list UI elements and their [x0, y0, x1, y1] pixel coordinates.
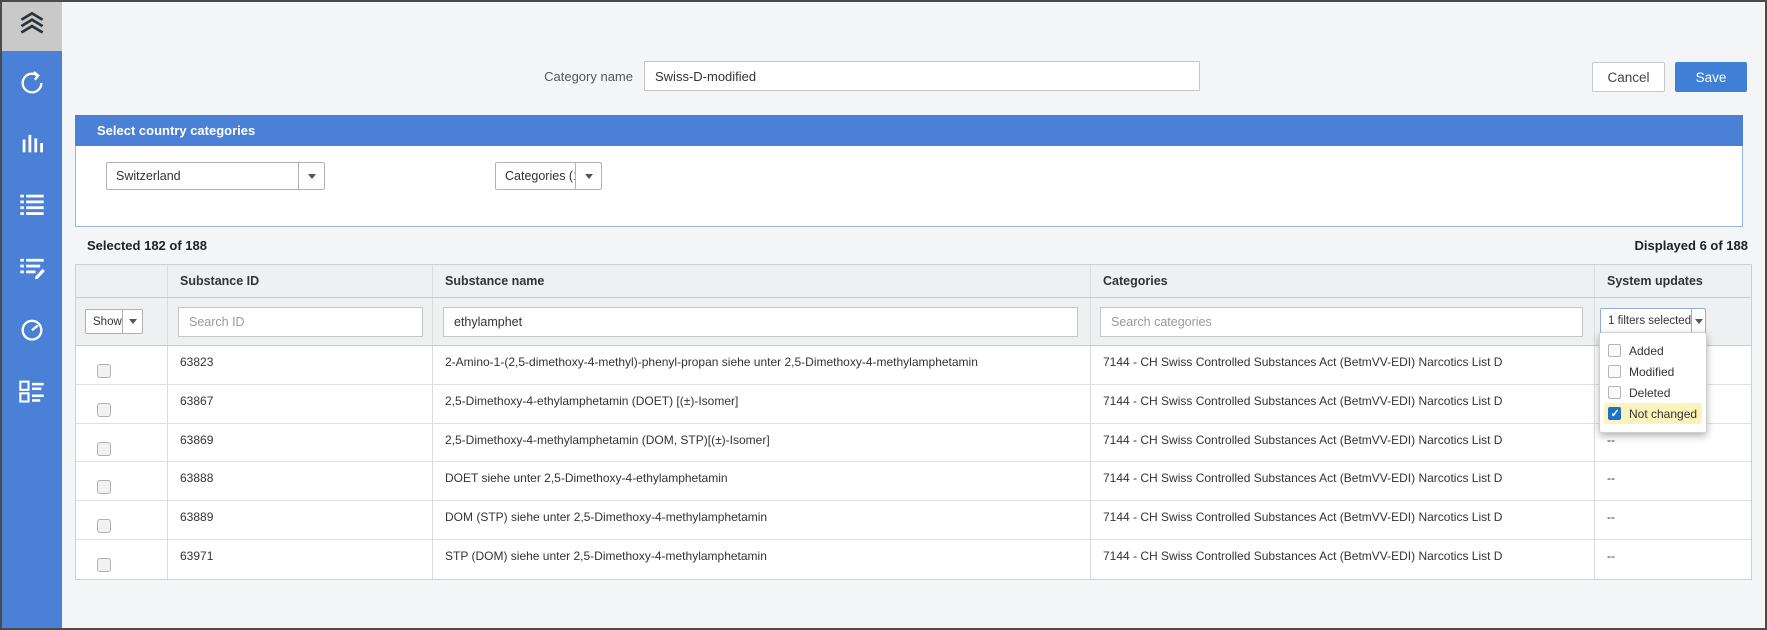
filter-option-deleted[interactable]: Deleted [1604, 382, 1702, 403]
chevron-down-icon [308, 174, 316, 179]
bar-chart-icon [18, 129, 46, 162]
cell-substance-id: 63869 [168, 424, 433, 462]
cell-system-updates: -- [1595, 462, 1751, 500]
checkbox[interactable] [1608, 386, 1621, 399]
row-checkbox[interactable] [97, 519, 111, 533]
table-row: 63867 2,5-Dimethoxy-4-ethylamphetamin (D… [76, 385, 1751, 424]
chevron-down-icon [585, 174, 593, 179]
row-checkbox[interactable] [97, 403, 111, 417]
cell-categories: 7144 - CH Swiss Controlled Substances Ac… [1091, 501, 1595, 539]
cell-categories: 7144 - CH Swiss Controlled Substances Ac… [1091, 424, 1595, 462]
checkbox[interactable] [1608, 365, 1621, 378]
column-header-substance-id[interactable]: Substance ID [168, 265, 433, 297]
cell-system-updates: -- [1595, 501, 1751, 539]
cancel-button[interactable]: Cancel [1592, 62, 1665, 92]
main-content: Category name Cancel Save Select country… [62, 2, 1765, 628]
logo-icon [15, 7, 49, 46]
selected-count: Selected 182 of 188 [87, 238, 207, 253]
sidebar-item-edit-lists[interactable] [2, 247, 62, 291]
filter-option-added[interactable]: Added [1604, 340, 1702, 361]
system-updates-filter-toggle[interactable] [1691, 309, 1705, 333]
cell-substance-id: 63823 [168, 346, 433, 384]
layout-list-icon [18, 377, 46, 410]
category-name-input[interactable] [644, 61, 1200, 91]
sidebar-item-statistics[interactable] [2, 123, 62, 167]
categories-select[interactable]: Categories (1) [495, 162, 602, 190]
column-header-substance-name[interactable]: Substance name [433, 265, 1091, 297]
checkbox[interactable] [1608, 407, 1621, 420]
app-logo[interactable] [2, 2, 62, 51]
category-name-label: Category name [544, 69, 633, 84]
cell-substance-name: 2-Amino-1-(2,5-dimethoxy-4-methyl)-pheny… [433, 346, 1091, 384]
system-updates-filter-value: 1 filters selected [1601, 309, 1691, 333]
column-header-categories[interactable]: Categories [1091, 265, 1595, 297]
timer-icon [18, 315, 46, 348]
search-categories-input[interactable] [1100, 307, 1583, 337]
refresh-icon [18, 69, 46, 102]
cell-substance-name: STP (DOM) siehe unter 2,5-Dimethoxy-4-me… [433, 540, 1091, 579]
table-row: 63869 2,5-Dimethoxy-4-methylamphetamin (… [76, 424, 1751, 463]
search-id-input[interactable] [178, 307, 423, 337]
categories-select-value: Categories (1) [496, 163, 575, 189]
row-checkbox[interactable] [97, 442, 111, 456]
cell-substance-id: 63889 [168, 501, 433, 539]
row-checkbox[interactable] [97, 480, 111, 494]
column-header-system-updates[interactable]: System updates [1595, 265, 1751, 297]
country-categories-panel: Switzerland Categories (1) [75, 146, 1743, 227]
country-select-toggle[interactable] [298, 163, 324, 189]
cell-categories: 7144 - CH Swiss Controlled Substances Ac… [1091, 385, 1595, 423]
show-select[interactable]: Show [85, 309, 143, 334]
categories-select-toggle[interactable] [575, 163, 601, 189]
row-checkbox[interactable] [97, 558, 111, 572]
table-row: 63889 DOM (STP) siehe unter 2,5-Dimethox… [76, 501, 1751, 540]
cell-substance-name: DOET siehe unter 2,5-Dimethoxy-4-ethylam… [433, 462, 1091, 500]
country-select[interactable]: Switzerland [106, 162, 325, 190]
chevron-down-icon [129, 319, 137, 324]
filter-option-not-changed[interactable]: Not changed [1604, 403, 1702, 424]
cell-substance-id: 63867 [168, 385, 433, 423]
cell-substance-name: DOM (STP) siehe unter 2,5-Dimethoxy-4-me… [433, 501, 1091, 539]
system-updates-filter-select[interactable]: 1 filters selected [1600, 308, 1706, 334]
table-row: 63971 STP (DOM) siehe unter 2,5-Dimethox… [76, 540, 1751, 579]
filter-option-modified[interactable]: Modified [1604, 361, 1702, 382]
show-select-toggle[interactable] [122, 310, 142, 333]
cell-substance-name: 2,5-Dimethoxy-4-ethylamphetamin (DOET) [… [433, 385, 1091, 423]
table-row: 63888 DOET siehe unter 2,5-Dimethoxy-4-e… [76, 462, 1751, 501]
sidebar-item-layout[interactable] [2, 371, 62, 415]
panel-title: Select country categories [75, 115, 1743, 146]
admin-window: Exit administration admin Help Category … [0, 0, 1767, 630]
cell-substance-id: 63888 [168, 462, 433, 500]
checkbox[interactable] [1608, 344, 1621, 357]
table-header-row: Substance ID Substance name Categories S… [76, 265, 1751, 298]
cell-categories: 7144 - CH Swiss Controlled Substances Ac… [1091, 540, 1595, 579]
sidebar [2, 2, 62, 628]
checkbox-column-header [76, 265, 168, 297]
substances-table: Substance ID Substance name Categories S… [75, 264, 1752, 580]
cell-substance-name: 2,5-Dimethoxy-4-methylamphetamin (DOM, S… [433, 424, 1091, 462]
table-row: 63823 2-Amino-1-(2,5-dimethoxy-4-methyl)… [76, 346, 1751, 385]
cell-categories: 7144 - CH Swiss Controlled Substances Ac… [1091, 346, 1595, 384]
row-checkbox[interactable] [97, 364, 111, 378]
cell-categories: 7144 - CH Swiss Controlled Substances Ac… [1091, 462, 1595, 500]
displayed-count: Displayed 6 of 188 [1635, 238, 1748, 253]
sidebar-item-timer[interactable] [2, 309, 62, 353]
table-filter-row: Show 1 filters selected [76, 298, 1751, 346]
sidebar-item-lists[interactable] [2, 184, 62, 228]
sidebar-item-refresh[interactable] [2, 63, 62, 107]
chevron-down-icon [1695, 319, 1703, 324]
show-select-value: Show [86, 310, 122, 333]
system-updates-filter-dropdown: Added Modified Deleted Not changed [1599, 332, 1707, 433]
list-edit-icon [18, 253, 46, 286]
save-button[interactable]: Save [1675, 62, 1747, 92]
cell-substance-id: 63971 [168, 540, 433, 579]
country-select-value: Switzerland [107, 163, 298, 189]
bullet-list-icon [18, 190, 46, 223]
search-substance-name-input[interactable] [443, 307, 1078, 337]
cell-system-updates: -- [1595, 540, 1751, 579]
